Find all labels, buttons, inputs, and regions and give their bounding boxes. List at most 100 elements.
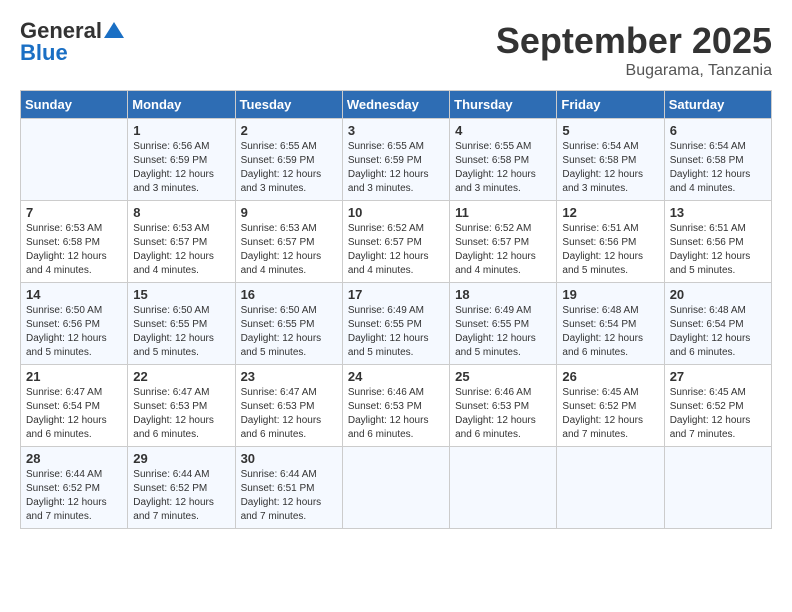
calendar-cell: 28 Sunrise: 6:44 AM Sunset: 6:52 PM Dayli… [21, 447, 128, 529]
page-header: General Blue September 2025 Bugarama, Ta… [20, 20, 772, 80]
day-info: Sunrise: 6:51 AM Sunset: 6:56 PM Dayligh… [562, 222, 658, 278]
calendar-cell: 11Sunrise: 6:52 AM Sunset: 6:57 PM Dayli… [450, 201, 557, 283]
day-info: Sunrise: 6:49 AM Sunset: 6:55 PM Dayligh… [455, 304, 551, 360]
calendar-cell: 26Sunrise: 6:45 AM Sunset: 6:52 PM Dayli… [557, 365, 664, 447]
calendar-cell: 21Sunrise: 6:47 AM Sunset: 6:54 PM Dayli… [21, 365, 128, 447]
calendar-cell: 20Sunrise: 6:48 AM Sunset: 6:54 PM Dayli… [664, 283, 771, 365]
day-info: Sunrise: 6:51 AM Sunset: 6:56 PM Dayligh… [670, 222, 766, 278]
calendar-cell: 3 Sunrise: 6:55 AM Sunset: 6:59 PM Daylig… [342, 119, 449, 201]
day-number: 30 [241, 451, 337, 466]
day-info: Sunrise: 6:50 AM Sunset: 6:55 PM Dayligh… [133, 304, 229, 360]
logo: General Blue [20, 20, 124, 64]
day-info: Sunrise: 6:48 AM Sunset: 6:54 PM Dayligh… [562, 304, 658, 360]
day-info: Sunrise: 6:46 AM Sunset: 6:53 PM Dayligh… [455, 386, 551, 442]
day-number: 28 [26, 451, 122, 466]
calendar-week-row: 21Sunrise: 6:47 AM Sunset: 6:54 PM Dayli… [21, 365, 772, 447]
day-info: Sunrise: 6:50 AM Sunset: 6:55 PM Dayligh… [241, 304, 337, 360]
calendar-cell: 4 Sunrise: 6:55 AM Sunset: 6:58 PM Daylig… [450, 119, 557, 201]
day-number: 7 [26, 205, 122, 220]
calendar-cell: 13 Sunrise: 6:51 AM Sunset: 6:56 PM Dayli… [664, 201, 771, 283]
calendar-cell: 15 Sunrise: 6:50 AM Sunset: 6:55 PM Dayli… [128, 283, 235, 365]
calendar-cell: 30 Sunrise: 6:44 AM Sunset: 6:51 PM Dayli… [235, 447, 342, 529]
day-info: Sunrise: 6:53 AM Sunset: 6:58 PM Dayligh… [26, 222, 122, 278]
day-number: 21 [26, 369, 122, 384]
calendar-cell: 22 Sunrise: 6:47 AM Sunset: 6:53 PM Dayli… [128, 365, 235, 447]
calendar-cell: 7 Sunrise: 6:53 AM Sunset: 6:58 PM Daylig… [21, 201, 128, 283]
day-number: 17 [348, 287, 444, 302]
calendar-cell: 2 Sunrise: 6:55 AM Sunset: 6:59 PM Daylig… [235, 119, 342, 201]
calendar-cell [342, 447, 449, 529]
logo-blue-text: Blue [20, 42, 68, 64]
day-number: 15 [133, 287, 229, 302]
calendar-week-row: 1 Sunrise: 6:56 AM Sunset: 6:59 PM Daylig… [21, 119, 772, 201]
day-info: Sunrise: 6:55 AM Sunset: 6:59 PM Dayligh… [241, 140, 337, 196]
calendar-cell: 24 Sunrise: 6:46 AM Sunset: 6:53 PM Dayli… [342, 365, 449, 447]
calendar-week-row: 7 Sunrise: 6:53 AM Sunset: 6:58 PM Daylig… [21, 201, 772, 283]
day-number: 2 [241, 123, 337, 138]
calendar-cell: 5Sunrise: 6:54 AM Sunset: 6:58 PM Daylig… [557, 119, 664, 201]
month-title: September 2025 [496, 20, 772, 62]
day-number: 3 [348, 123, 444, 138]
calendar-cell: 9 Sunrise: 6:53 AM Sunset: 6:57 PM Daylig… [235, 201, 342, 283]
calendar-cell: 17Sunrise: 6:49 AM Sunset: 6:55 PM Dayli… [342, 283, 449, 365]
day-info: Sunrise: 6:53 AM Sunset: 6:57 PM Dayligh… [241, 222, 337, 278]
day-number: 19 [562, 287, 658, 302]
day-number: 9 [241, 205, 337, 220]
day-number: 27 [670, 369, 766, 384]
day-of-week-header: Wednesday [342, 91, 449, 119]
day-number: 1 [133, 123, 229, 138]
day-info: Sunrise: 6:44 AM Sunset: 6:52 PM Dayligh… [133, 468, 229, 524]
calendar-cell: 12 Sunrise: 6:51 AM Sunset: 6:56 PM Dayli… [557, 201, 664, 283]
calendar-cell: 27 Sunrise: 6:45 AM Sunset: 6:52 PM Dayli… [664, 365, 771, 447]
day-info: Sunrise: 6:55 AM Sunset: 6:58 PM Dayligh… [455, 140, 551, 196]
day-number: 23 [241, 369, 337, 384]
calendar-cell: 19 Sunrise: 6:48 AM Sunset: 6:54 PM Dayli… [557, 283, 664, 365]
calendar-cell: 6 Sunrise: 6:54 AM Sunset: 6:58 PM Daylig… [664, 119, 771, 201]
day-info: Sunrise: 6:54 AM Sunset: 6:58 PM Dayligh… [670, 140, 766, 196]
day-info: Sunrise: 6:55 AM Sunset: 6:59 PM Dayligh… [348, 140, 444, 196]
day-number: 13 [670, 205, 766, 220]
day-of-week-header: Friday [557, 91, 664, 119]
calendar-week-row: 28 Sunrise: 6:44 AM Sunset: 6:52 PM Dayli… [21, 447, 772, 529]
day-number: 4 [455, 123, 551, 138]
calendar-cell [21, 119, 128, 201]
day-info: Sunrise: 6:56 AM Sunset: 6:59 PM Dayligh… [133, 140, 229, 196]
day-info: Sunrise: 6:44 AM Sunset: 6:52 PM Dayligh… [26, 468, 122, 524]
calendar-cell [664, 447, 771, 529]
day-info: Sunrise: 6:44 AM Sunset: 6:51 PM Dayligh… [241, 468, 337, 524]
day-number: 10 [348, 205, 444, 220]
day-number: 22 [133, 369, 229, 384]
day-info: Sunrise: 6:46 AM Sunset: 6:53 PM Dayligh… [348, 386, 444, 442]
calendar-cell: 23Sunrise: 6:47 AM Sunset: 6:53 PM Dayli… [235, 365, 342, 447]
calendar-cell: 14Sunrise: 6:50 AM Sunset: 6:56 PM Dayli… [21, 283, 128, 365]
calendar-table: SundayMondayTuesdayWednesdayThursdayFrid… [20, 90, 772, 529]
calendar-week-row: 14Sunrise: 6:50 AM Sunset: 6:56 PM Dayli… [21, 283, 772, 365]
day-number: 18 [455, 287, 551, 302]
day-number: 14 [26, 287, 122, 302]
day-info: Sunrise: 6:52 AM Sunset: 6:57 PM Dayligh… [348, 222, 444, 278]
calendar-cell: 10 Sunrise: 6:52 AM Sunset: 6:57 PM Dayli… [342, 201, 449, 283]
calendar-cell: 25 Sunrise: 6:46 AM Sunset: 6:53 PM Dayli… [450, 365, 557, 447]
day-number: 6 [670, 123, 766, 138]
day-number: 24 [348, 369, 444, 384]
day-info: Sunrise: 6:47 AM Sunset: 6:53 PM Dayligh… [133, 386, 229, 442]
day-number: 26 [562, 369, 658, 384]
day-number: 11 [455, 205, 551, 220]
calendar-cell: 8 Sunrise: 6:53 AM Sunset: 6:57 PM Daylig… [128, 201, 235, 283]
day-number: 25 [455, 369, 551, 384]
calendar-cell: 18 Sunrise: 6:49 AM Sunset: 6:55 PM Dayli… [450, 283, 557, 365]
day-info: Sunrise: 6:54 AM Sunset: 6:58 PM Dayligh… [562, 140, 658, 196]
day-of-week-header: Monday [128, 91, 235, 119]
calendar-cell [450, 447, 557, 529]
day-of-week-header: Saturday [664, 91, 771, 119]
calendar-cell: 16Sunrise: 6:50 AM Sunset: 6:55 PM Dayli… [235, 283, 342, 365]
day-info: Sunrise: 6:45 AM Sunset: 6:52 PM Dayligh… [670, 386, 766, 442]
day-number: 8 [133, 205, 229, 220]
logo-general-text: General [20, 20, 102, 42]
calendar-cell: 29Sunrise: 6:44 AM Sunset: 6:52 PM Dayli… [128, 447, 235, 529]
day-info: Sunrise: 6:53 AM Sunset: 6:57 PM Dayligh… [133, 222, 229, 278]
day-number: 12 [562, 205, 658, 220]
day-of-week-header: Sunday [21, 91, 128, 119]
day-number: 20 [670, 287, 766, 302]
day-of-week-header: Tuesday [235, 91, 342, 119]
